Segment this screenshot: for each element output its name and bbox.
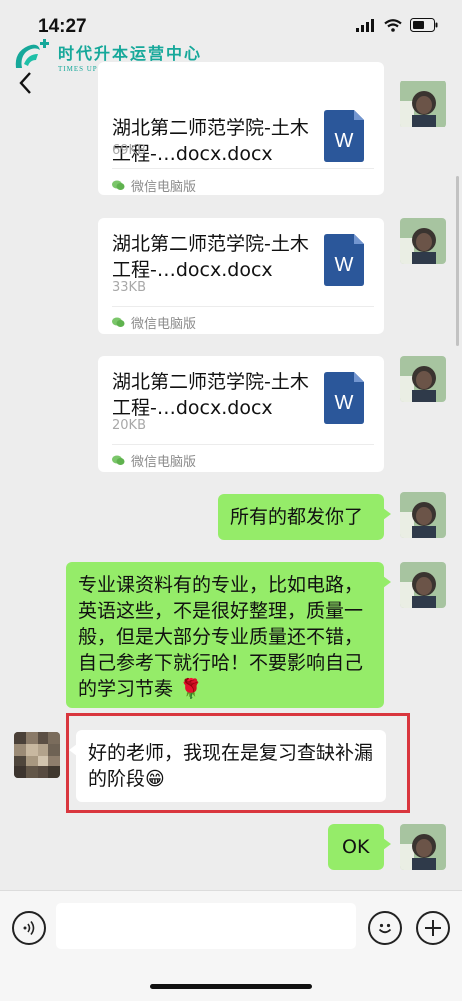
file-name: 湖北第二师范学院-土木工程-…docx.docx	[112, 117, 309, 165]
scrollbar[interactable]	[456, 176, 459, 346]
file-name: 湖北第二师范学院-土木工程-…docx.docx	[112, 233, 309, 281]
voice-input-button[interactable]	[12, 911, 46, 945]
more-actions-button[interactable]	[416, 911, 450, 945]
svg-text:W: W	[335, 130, 354, 152]
file-source: 微信电脑版	[112, 451, 196, 470]
message-bubble[interactable]: OK	[328, 824, 391, 870]
highlight-annotation-box	[66, 713, 410, 813]
signal-icon	[356, 18, 374, 32]
file-message-card[interactable]: 湖北第二师范学院-土木工程-…docx.docx 33KB 微信电脑版 W	[98, 218, 384, 334]
avatar[interactable]	[400, 824, 446, 870]
avatar[interactable]	[400, 562, 446, 608]
avatar[interactable]	[400, 80, 446, 128]
wechat-icon	[112, 317, 125, 327]
back-arrow-icon[interactable]	[16, 70, 36, 96]
file-size: 69KB	[112, 143, 146, 158]
word-file-icon: W	[324, 110, 364, 162]
file-divider	[112, 168, 374, 169]
wechat-icon	[112, 180, 125, 190]
file-size: 33KB	[112, 280, 146, 295]
word-file-icon: W	[324, 234, 364, 286]
avatar[interactable]	[400, 492, 446, 538]
plus-icon	[425, 920, 441, 936]
file-source: 微信电脑版	[112, 313, 196, 332]
file-name: 湖北第二师范学院-土木工程-…docx.docx	[112, 371, 309, 419]
wifi-icon	[384, 18, 402, 32]
home-indicator[interactable]	[150, 984, 312, 989]
svg-text:W: W	[335, 392, 354, 414]
avatar[interactable]	[400, 218, 446, 264]
word-file-icon: W	[324, 372, 364, 424]
file-message-card[interactable]: 湖北第二师范学院-土木工程-…docx.docx 20KB 微信电脑版 W	[98, 356, 384, 472]
battery-icon	[410, 18, 438, 32]
svg-text:W: W	[335, 254, 354, 276]
status-icons	[356, 18, 438, 32]
file-source: 微信电脑版	[112, 176, 196, 195]
logo-title-cn: 时代升本运营中心	[58, 44, 203, 63]
status-bar: 14:27	[0, 0, 462, 42]
file-divider	[112, 306, 374, 307]
avatar[interactable]	[14, 732, 60, 778]
file-size: 20KB	[112, 418, 146, 433]
smiley-icon	[378, 923, 392, 934]
wechat-icon	[112, 455, 125, 465]
status-time: 14:27	[38, 16, 87, 37]
voice-icon	[23, 921, 35, 935]
file-message-card[interactable]: 湖北第二师范学院-土木工程-…docx.docx 69KB 微信电脑版 W	[98, 62, 384, 195]
message-bubble[interactable]: 所有的都发你了	[218, 494, 391, 540]
emoji-button[interactable]	[368, 911, 402, 945]
avatar[interactable]	[400, 356, 446, 402]
message-bubble[interactable]: 专业课资料有的专业，比如电路，英语这些，不是很好整理，质量一般，但是大部分专业质…	[66, 562, 391, 708]
message-input[interactable]	[56, 903, 356, 949]
file-divider	[112, 444, 374, 445]
